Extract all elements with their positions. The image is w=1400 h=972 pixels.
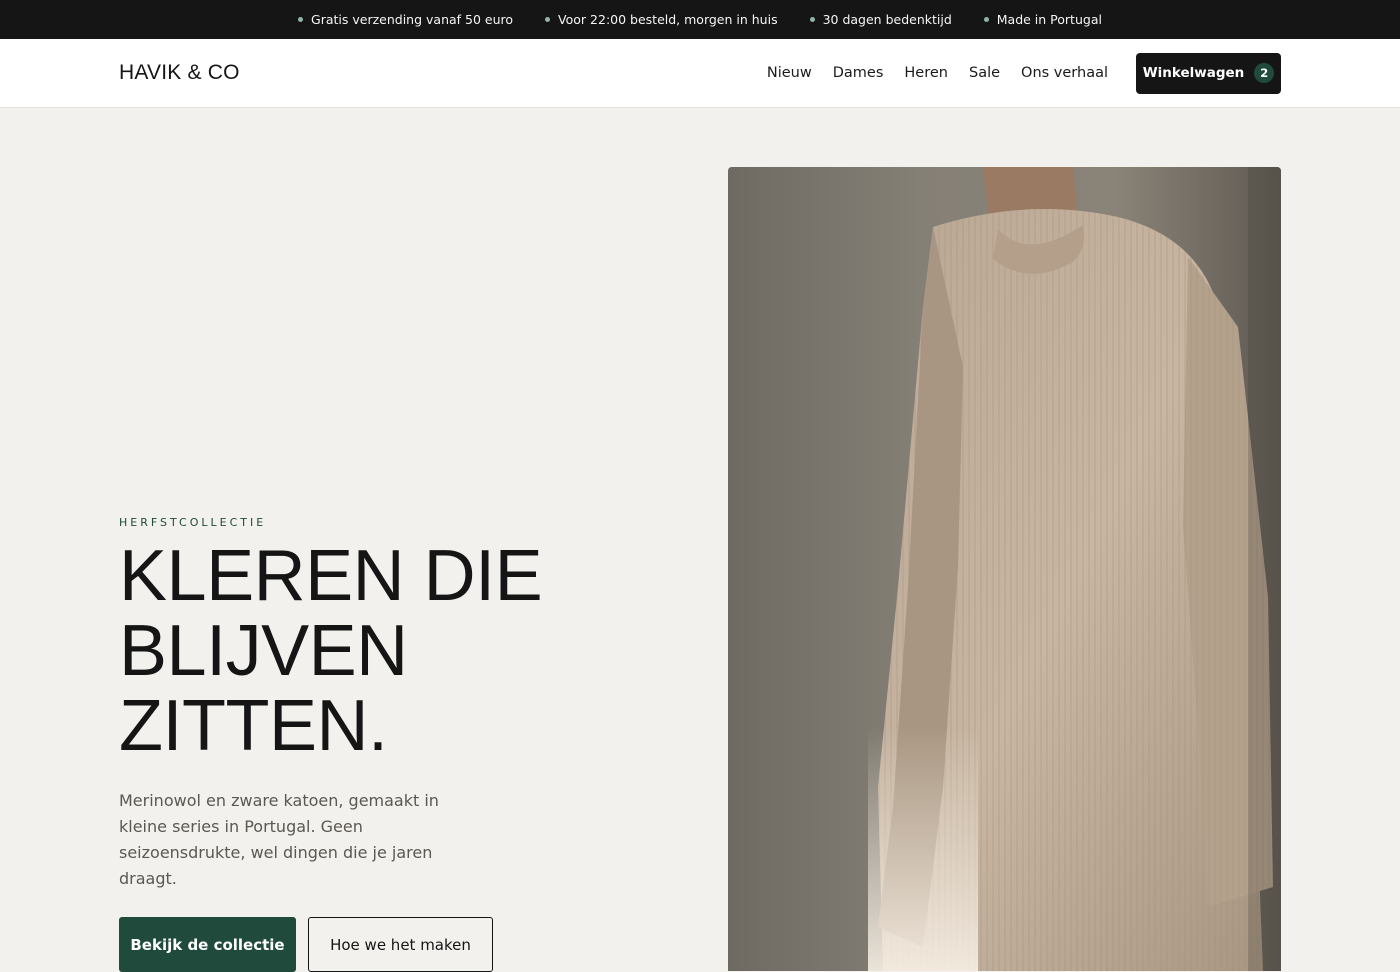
cart-count-badge: 2 <box>1254 63 1275 83</box>
nav-link-dames[interactable]: Dames <box>833 65 884 81</box>
brand-logo[interactable]: HAVIK & CO <box>119 61 240 85</box>
announcement-item: 30 dagen bedenktijd <box>809 12 952 27</box>
hero-buttons: Bekijk de collectie Hoe we het maken <box>119 917 679 972</box>
announcement-item: Made in Portugal <box>983 12 1102 27</box>
site-header: HAVIK & CO Nieuw Dames Heren Sale Ons ve… <box>0 39 1400 108</box>
hero-section: HERFSTCOLLECTIE KLEREN DIE BLIJVEN ZITTE… <box>0 108 1400 972</box>
announcement-text: Voor 22:00 besteld, morgen in huis <box>558 12 778 27</box>
hero-intro: Merinowol en zware katoen, gemaakt in kl… <box>119 791 439 888</box>
hero-headline: KLEREN DIE BLIJVEN ZITTEN. <box>119 539 679 764</box>
nav-link-sale[interactable]: Sale <box>969 65 1000 81</box>
bullet-dot-icon <box>545 17 551 22</box>
how-we-make-button[interactable]: Hoe we het maken <box>308 917 493 972</box>
bullet-dot-icon <box>298 17 304 22</box>
hero-content: HERFSTCOLLECTIE KLEREN DIE BLIJVEN ZITTE… <box>119 516 679 972</box>
nav-link-nieuw[interactable]: Nieuw <box>767 65 812 81</box>
headline-line: ZITTEN. <box>119 686 388 766</box>
bullet-dot-icon <box>983 17 989 22</box>
cart-button[interactable]: Winkelwagen 2 <box>1136 52 1281 94</box>
nav-link-heren[interactable]: Heren <box>904 65 948 81</box>
main-nav: Nieuw Dames Heren Sale Ons verhaal Winke… <box>767 52 1281 94</box>
announcement-item: Gratis verzending vanaf 50 euro <box>298 12 513 27</box>
hero-eyebrow: HERFSTCOLLECTIE <box>119 516 267 529</box>
announcement-text: Gratis verzending vanaf 50 euro <box>311 12 514 27</box>
nav-link-ons-verhaal[interactable]: Ons verhaal <box>1021 65 1108 81</box>
view-collection-button[interactable]: Bekijk de collectie <box>119 917 296 972</box>
hero-sweater-image <box>728 167 1281 971</box>
bullet-dot-icon <box>809 17 815 22</box>
announcement-bar: Gratis verzending vanaf 50 euro Voor 22:… <box>0 0 1400 39</box>
announcement-text: 30 dagen bedenktijd <box>822 12 952 27</box>
announcement-item: Voor 22:00 besteld, morgen in huis <box>545 12 778 27</box>
announcement-text: Made in Portugal <box>996 12 1102 27</box>
cart-label: Winkelwagen <box>1142 65 1245 81</box>
headline-line: KLEREN DIE <box>119 536 543 616</box>
headline-line: BLIJVEN <box>119 611 408 691</box>
